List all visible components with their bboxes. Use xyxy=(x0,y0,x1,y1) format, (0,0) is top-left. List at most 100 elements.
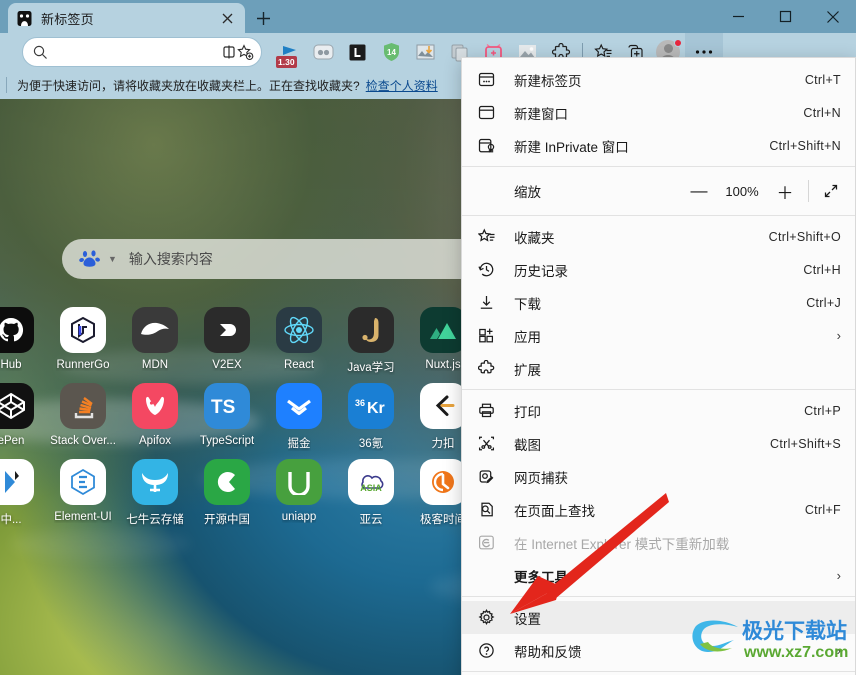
edge-newtab-favicon xyxy=(16,10,33,27)
chevron-right-icon: › xyxy=(836,643,841,658)
asia-cloud-icon: ASIA xyxy=(348,459,394,505)
download-icon xyxy=(478,294,502,311)
svg-text:ASIA: ASIA xyxy=(360,483,382,493)
shortcut-tile[interactable]: Hub xyxy=(0,307,47,375)
newtab-search-placeholder: 输入搜索内容 xyxy=(128,251,213,267)
menu-item-help-feedback[interactable]: 帮助和反馈 › xyxy=(462,634,855,667)
menu-item-print[interactable]: 打印 Ctrl+P xyxy=(462,394,855,427)
menu-item-label: 在页面上查找 xyxy=(514,503,595,519)
fullscreen-icon[interactable] xyxy=(815,176,847,206)
shortcut-tile[interactable]: Element-UI xyxy=(47,459,119,527)
browser-window: 新标签页 1.30 14 为便于快速访问，请将收藏夹放在收藏夹栏上。正在查找收藏… xyxy=(0,0,856,675)
shortcuts-grid: Hub RunnerGo MDN V2EX React Java学习 Nuxt.js ePen… xyxy=(0,307,495,527)
baidu-logo-icon xyxy=(78,247,102,271)
shortcut-tile[interactable]: 七牛云存储 xyxy=(119,459,191,527)
menu-item-label: 新建窗口 xyxy=(514,106,568,122)
menu-separator xyxy=(462,671,855,672)
history-icon xyxy=(478,261,502,278)
shortcut-tile[interactable]: React xyxy=(263,307,335,375)
shortcut-tile[interactable]: 掘金 xyxy=(263,383,335,451)
menu-item-apps[interactable]: 应用 › xyxy=(462,319,855,352)
shortcut-tile[interactable]: 中... xyxy=(0,459,47,527)
menu-item-web-capture[interactable]: 网页捕获 xyxy=(462,460,855,493)
menu-item-label: 更多工具 xyxy=(514,569,568,585)
shortcut-tile[interactable]: TS TypeScript xyxy=(191,383,263,451)
shortcut-tile[interactable]: RunnerGo xyxy=(47,307,119,375)
shortcut-label: 开源中国 xyxy=(204,514,250,526)
menu-separator xyxy=(462,389,855,390)
shortcut-tile[interactable]: ePen xyxy=(0,383,47,451)
web-capture-icon xyxy=(478,468,502,485)
java-icon xyxy=(348,307,394,353)
extension-badge: 1.30 xyxy=(276,55,297,68)
shortcut-label: Stack Over... xyxy=(50,435,116,447)
image-download-extension[interactable] xyxy=(408,33,442,71)
close-window-button[interactable] xyxy=(809,0,856,33)
extensions-icon xyxy=(478,360,502,377)
chevron-right-icon: › xyxy=(836,328,841,343)
address-bar[interactable] xyxy=(22,37,262,67)
browser-tab[interactable]: 新标签页 xyxy=(8,3,245,33)
element-ui-icon xyxy=(60,459,106,505)
zoom-divider xyxy=(808,180,809,202)
menu-item-label: 新建 InPrivate 窗口 xyxy=(514,139,629,155)
menu-item-label: 帮助和反馈 xyxy=(514,644,582,660)
menu-separator xyxy=(462,596,855,597)
newtab-search-box[interactable]: ▼ 输入搜索内容 xyxy=(62,239,482,279)
menu-item-history[interactable]: 历史记录 Ctrl+H xyxy=(462,253,855,286)
shortcut-label: 掘金 xyxy=(287,438,311,450)
zoom-in-button[interactable]: ＋ xyxy=(768,176,802,206)
close-tab-icon[interactable] xyxy=(217,8,237,28)
menu-item-label: 收藏夹 xyxy=(514,230,555,246)
chevron-down-icon[interactable]: ▼ xyxy=(108,254,117,264)
add-favorite-icon[interactable] xyxy=(237,40,254,64)
check-profile-link[interactable]: 检查个人资料 xyxy=(366,77,438,94)
menu-item-more-tools[interactable]: 更多工具 › xyxy=(462,559,855,592)
shortcut-tile[interactable]: V2EX xyxy=(191,307,263,375)
shortcut-tile[interactable]: 开源中国 xyxy=(191,459,263,527)
menu-item-new-inprivate[interactable]: 新建 InPrivate 窗口 Ctrl+Shift+N xyxy=(462,129,855,162)
internet-explorer-icon xyxy=(478,534,502,551)
mdn-icon xyxy=(132,307,178,353)
svg-text:14: 14 xyxy=(387,48,396,57)
split-screen-icon[interactable] xyxy=(221,40,237,64)
menu-item-favorites[interactable]: 收藏夹 Ctrl+Shift+O xyxy=(462,220,855,253)
zoom-value: 100% xyxy=(725,183,759,199)
ocr-extension[interactable] xyxy=(306,33,340,71)
menu-item-shortcut: Ctrl+F xyxy=(804,502,841,517)
menu-item-new-tab[interactable]: 新建标签页 Ctrl+T xyxy=(462,63,855,96)
shortcut-tile[interactable]: Stack Over... xyxy=(47,383,119,451)
gear-icon xyxy=(478,609,502,626)
menu-item-extensions[interactable]: 扩展 xyxy=(462,352,855,385)
shortcut-tile[interactable]: ASIA 亚云 xyxy=(335,459,407,527)
shortcut-tile[interactable]: MDN xyxy=(119,307,191,375)
menu-item-downloads[interactable]: 下载 Ctrl+J xyxy=(462,286,855,319)
address-input[interactable] xyxy=(51,45,221,59)
shortcut-label: ePen xyxy=(0,435,25,447)
u-extension[interactable] xyxy=(340,33,374,71)
minimize-button[interactable] xyxy=(715,0,762,33)
shortcut-tile[interactable]: Apifox xyxy=(119,383,191,451)
shortcut-label: uniapp xyxy=(281,511,317,523)
new-tab-button[interactable] xyxy=(250,6,276,30)
zoom-out-button[interactable]: — xyxy=(682,176,716,206)
zoom-label: 缩放 xyxy=(514,185,541,200)
menu-item-label: 打印 xyxy=(514,404,541,420)
menu-item-find-on-page[interactable]: 在页面上查找 Ctrl+F xyxy=(462,493,855,526)
runnergo-icon xyxy=(60,307,106,353)
shortcut-tile[interactable]: Java学习 xyxy=(335,307,407,375)
shortcut-tile[interactable]: 36 Kr 36氪 xyxy=(335,383,407,451)
print-icon xyxy=(478,402,502,419)
adguard-extension[interactable]: 14 xyxy=(374,33,408,71)
maximize-button[interactable] xyxy=(762,0,809,33)
menu-item-shortcut: Ctrl+N xyxy=(803,105,841,120)
menu-item-new-window[interactable]: 新建窗口 Ctrl+N xyxy=(462,96,855,129)
svg-text:36: 36 xyxy=(355,398,365,408)
leetcode-icon xyxy=(420,383,466,429)
shortcut-tile[interactable]: uniapp xyxy=(263,459,335,527)
menu-item-screenshot[interactable]: 截图 Ctrl+Shift+S xyxy=(462,427,855,460)
menu-item-settings[interactable]: 设置 xyxy=(462,601,855,634)
trello-extension[interactable]: 1.30 xyxy=(272,33,306,71)
shortcut-label: 力扣 xyxy=(431,438,455,450)
shortcut-label: Java学习 xyxy=(347,362,395,374)
